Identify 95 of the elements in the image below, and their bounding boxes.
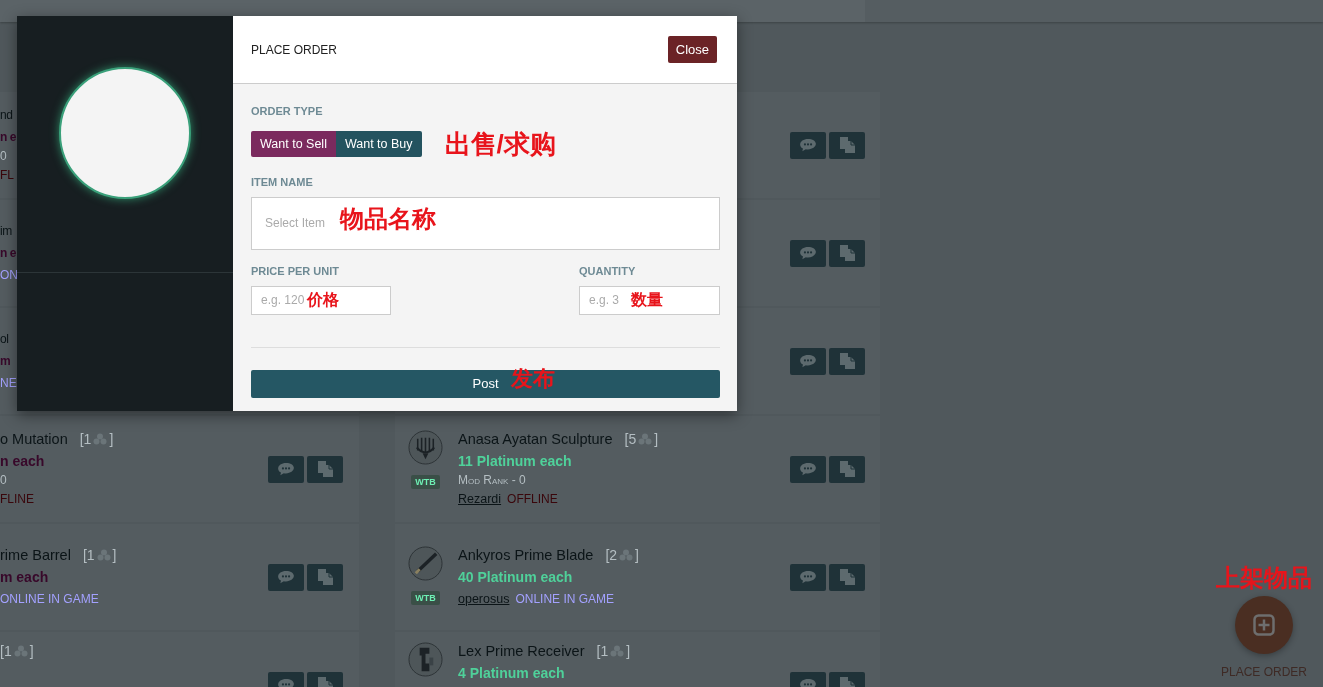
chat-icon: [799, 570, 817, 584]
order-type-tab[interactable]: Want to Buy: [335, 131, 422, 158]
item-title[interactable]: o Mutation: [0, 428, 68, 450]
status-text: ON: [0, 267, 18, 284]
chat-button[interactable]: [790, 347, 826, 375]
copy-button[interactable]: [307, 563, 343, 591]
quantity-text: ]: [29, 642, 34, 661]
quantity-text: ]: [654, 430, 659, 449]
annotation-text: 发布: [511, 366, 555, 391]
chat-button[interactable]: [790, 563, 826, 591]
quantity-text: ]: [112, 546, 117, 565]
copy-icon: [317, 569, 333, 585]
copy-button[interactable]: [829, 455, 865, 483]
chat-button[interactable]: [790, 131, 826, 159]
stack-icon: [93, 433, 108, 445]
item-title: im: [0, 223, 12, 240]
status-text: ONLINE IN GAME: [0, 591, 99, 608]
item-title: ol: [0, 331, 9, 348]
quantity-text: [1: [82, 546, 95, 565]
user-link[interactable]: Rezardi: [458, 488, 502, 510]
quantity-text: ]: [109, 430, 114, 449]
quantity-text: [1: [596, 642, 609, 661]
chat-icon: [799, 246, 817, 260]
price-text: m: [0, 353, 11, 370]
chat-icon: [799, 462, 817, 476]
quantity-text: ]: [635, 546, 639, 565]
chat-icon: [799, 354, 817, 368]
quantity-text: ]: [626, 642, 631, 661]
order-type-tab[interactable]: Want to Sell: [251, 131, 336, 158]
chat-button[interactable]: [790, 239, 826, 267]
copy-button[interactable]: [829, 239, 865, 267]
stack-icon: [13, 645, 28, 657]
field-label: ORDER TYPE: [251, 104, 324, 118]
quantity-text: [5: [624, 430, 637, 449]
copy-icon: [839, 461, 855, 477]
price-text: 4 Platinum each: [458, 664, 565, 683]
mod-rank-text: Mod Rank - 0: [458, 472, 526, 488]
status-text: OFFLINE: [507, 491, 558, 508]
copy-button[interactable]: [829, 131, 865, 159]
gun-part-icon: [408, 642, 443, 677]
annotation-text: 数量: [631, 291, 663, 309]
field-label: PRICE PER UNIT: [251, 263, 340, 278]
quantity-text: [2: [605, 546, 618, 565]
chat-button[interactable]: [268, 563, 304, 591]
chat-button[interactable]: [268, 455, 304, 483]
price-text: 40 Platinum each: [458, 568, 573, 587]
status-text: ONLINE IN GAME: [515, 591, 615, 608]
price-text: 11 Platinum each: [458, 452, 572, 471]
item-title: nd: [0, 107, 13, 124]
price-text: m each: [0, 568, 49, 587]
chat-icon: [277, 570, 295, 584]
item-title[interactable]: Anasa Ayatan Sculpture: [458, 428, 613, 450]
status-text: FL: [0, 167, 14, 184]
chat-icon: [799, 138, 817, 152]
close-button[interactable]: Close: [667, 36, 717, 63]
blade-icon: [408, 546, 443, 581]
annotation-text: 出售/求购: [444, 130, 556, 159]
mod-rank-text: 0: [0, 148, 7, 164]
annotation-text: 物品名称: [340, 205, 436, 233]
field-label: ITEM NAME: [251, 174, 314, 189]
copy-icon: [839, 137, 855, 153]
order-type-badge: WTB: [411, 475, 440, 489]
copy-icon: [839, 353, 855, 369]
item-title[interactable]: rime Barrel: [0, 544, 71, 566]
item-title[interactable]: Ankyros Prime Blade: [458, 544, 594, 566]
price-text: n e: [0, 245, 16, 262]
stack-icon: [610, 645, 625, 657]
copy-button[interactable]: [307, 455, 343, 483]
place-order-button[interactable]: [1235, 596, 1293, 654]
stack-icon: [638, 433, 653, 445]
copy-icon: [839, 569, 855, 585]
copy-icon: [317, 461, 333, 477]
order-type-badge: WTB: [411, 591, 440, 605]
field-label: QUANTITY: [579, 263, 637, 278]
plus-icon: [1253, 614, 1275, 636]
mod-rank-text: 0: [0, 472, 7, 488]
item-title[interactable]: Lex Prime Receiver: [458, 640, 585, 662]
annotation-text: 价格: [307, 291, 339, 309]
status-text: FLINE: [0, 491, 34, 508]
quantity-text: [1: [0, 642, 12, 661]
copy-button[interactable]: [829, 563, 865, 591]
copy-button[interactable]: [829, 347, 865, 375]
chat-button[interactable]: [790, 455, 826, 483]
status-text: NE: [0, 375, 17, 392]
sculpture-icon: [408, 430, 443, 465]
user-link[interactable]: operosus: [458, 588, 510, 610]
chat-icon: [277, 462, 295, 476]
copy-icon: [839, 245, 855, 261]
price-text: n each: [0, 452, 45, 471]
annotation-text: 上架物品: [1216, 563, 1312, 593]
dialog-title: PLACE ORDER: [251, 42, 338, 57]
price-text: n e: [0, 129, 16, 146]
stack-icon: [96, 549, 111, 561]
quantity-text: [1: [79, 430, 92, 449]
stack-icon: [619, 549, 634, 561]
